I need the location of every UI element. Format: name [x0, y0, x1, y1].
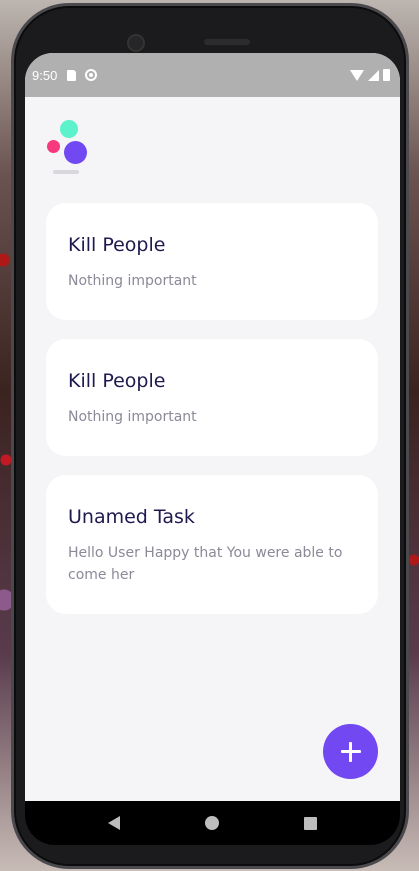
- task-description: Nothing important: [68, 409, 197, 425]
- task-card[interactable]: Unamed Task Hello User Happy that You we…: [46, 475, 378, 614]
- status-indicators: [350, 69, 390, 81]
- task-title: Kill People: [68, 370, 166, 392]
- status-time: 9:50: [32, 67, 58, 83]
- wifi-icon: [350, 69, 364, 81]
- task-card[interactable]: Kill People Nothing important: [46, 339, 378, 456]
- sd-card-icon: [67, 69, 77, 81]
- task-card[interactable]: Kill People Nothing important: [46, 203, 378, 320]
- app-logo: [45, 119, 89, 175]
- front-camera: [127, 34, 145, 52]
- navigation-bar: [25, 801, 400, 845]
- recents-icon[interactable]: [304, 816, 318, 830]
- add-task-button[interactable]: [323, 724, 378, 779]
- battery-icon: [383, 69, 390, 81]
- signal-icon: [368, 69, 379, 81]
- task-description: Nothing important: [68, 273, 197, 289]
- logo-purple-dot: [64, 141, 87, 164]
- home-icon[interactable]: [204, 816, 219, 830]
- status-bar: 9:50: [25, 53, 400, 97]
- plus-icon: [340, 741, 361, 762]
- logo-pink-dot: [47, 140, 60, 153]
- earpiece-speaker: [204, 39, 250, 45]
- sync-icon: [85, 69, 98, 81]
- logo-teal-dot: [60, 120, 78, 138]
- task-description: Hello User Happy that You were able to c…: [68, 545, 343, 583]
- back-icon[interactable]: [107, 816, 120, 830]
- task-title: Unamed Task: [68, 506, 195, 528]
- task-list: Kill People Nothing important Kill Peopl…: [46, 203, 378, 633]
- task-title: Kill People: [68, 234, 166, 256]
- app-screen: 9:50 Kill People Nothing important Kill …: [25, 53, 400, 801]
- logo-shadow: [53, 170, 79, 174]
